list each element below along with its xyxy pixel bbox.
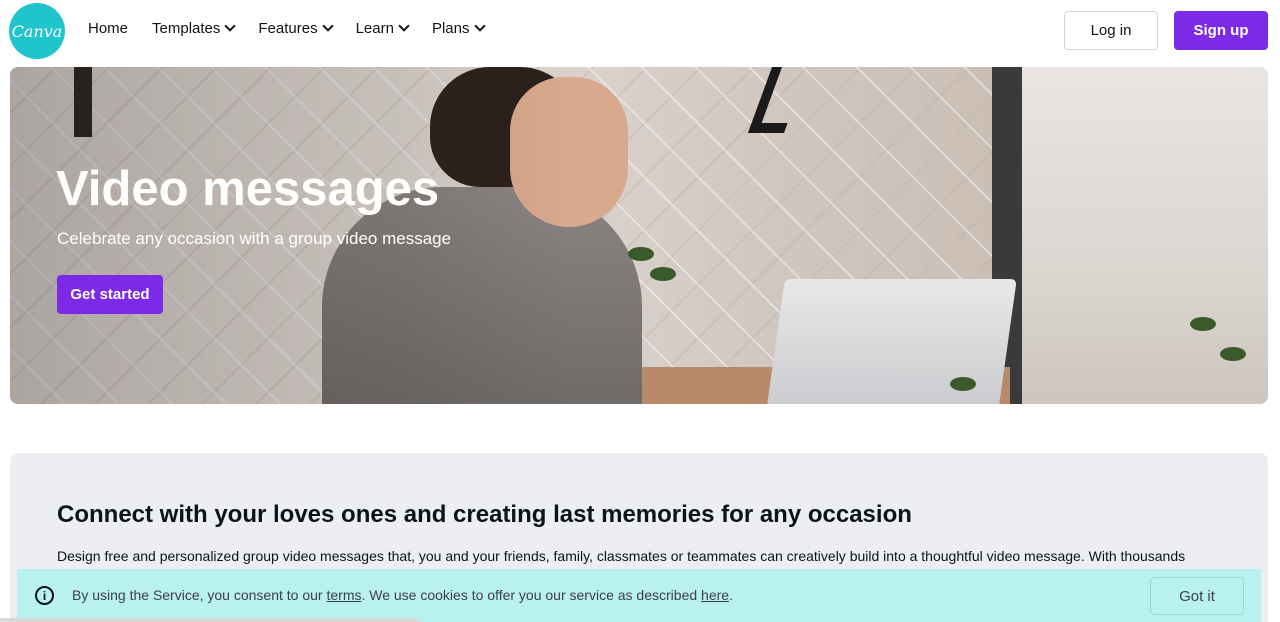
nav-item-label: Templates bbox=[152, 20, 221, 37]
nav-item-label: Learn bbox=[355, 20, 394, 37]
section-body: Design free and personalized group video… bbox=[57, 548, 1186, 564]
login-button[interactable]: Log in bbox=[1064, 11, 1158, 50]
nav-item-templates[interactable]: Templates bbox=[152, 20, 237, 37]
top-navigation: Canva Home Templates Features Learn Plan… bbox=[0, 0, 1280, 62]
nav-item-label: Plans bbox=[431, 20, 470, 37]
plant-leaf bbox=[1190, 317, 1216, 331]
info-icon: i bbox=[35, 586, 54, 605]
hero-title: Video messages bbox=[56, 162, 440, 216]
nav-item-label: Features bbox=[258, 20, 318, 37]
terms-link[interactable]: terms bbox=[326, 587, 361, 603]
horizontal-scrollbar[interactable] bbox=[0, 618, 420, 622]
plant-leaf bbox=[1220, 347, 1246, 361]
chevron-down-icon bbox=[321, 20, 334, 32]
here-link[interactable]: here bbox=[701, 587, 729, 603]
canva-logo[interactable]: Canva bbox=[9, 3, 65, 59]
hero-laptop bbox=[765, 279, 1017, 404]
chevron-down-icon bbox=[398, 20, 410, 32]
nav-item-home[interactable]: Home bbox=[88, 20, 128, 37]
cookie-text-middle: . We use cookies to offer you our servic… bbox=[361, 587, 702, 603]
signup-button[interactable]: Sign up bbox=[1174, 11, 1268, 50]
nav-item-features[interactable]: Features bbox=[258, 20, 334, 37]
logo-text: Canva bbox=[11, 21, 63, 41]
hero-subtitle: Celebrate any occasion with a group vide… bbox=[57, 229, 452, 248]
section-title: Connect with your loves ones and creatin… bbox=[57, 501, 912, 528]
nav-item-learn[interactable]: Learn bbox=[355, 20, 410, 37]
nav-item-label: Home bbox=[88, 20, 129, 37]
nav-links: Home Templates Features Learn Plans bbox=[88, 20, 486, 37]
plant-leaf bbox=[650, 267, 676, 281]
get-started-button[interactable]: Get started bbox=[57, 275, 163, 314]
hero-banner: Video messages Celebrate any occasion wi… bbox=[10, 67, 1268, 404]
cookie-banner: i By using the Service, you consent to o… bbox=[17, 569, 1261, 622]
chevron-down-icon bbox=[473, 20, 486, 32]
cookie-message: By using the Service, you consent to our… bbox=[72, 587, 733, 603]
cookie-text-before: By using the Service, you consent to our bbox=[72, 587, 327, 603]
chevron-down-icon bbox=[224, 20, 237, 32]
plant-leaf bbox=[950, 377, 976, 391]
plant-leaf bbox=[628, 247, 654, 261]
cookie-text-after: . bbox=[729, 587, 733, 603]
got-it-button[interactable]: Got it bbox=[1150, 577, 1244, 615]
nav-item-plans[interactable]: Plans bbox=[431, 20, 486, 37]
